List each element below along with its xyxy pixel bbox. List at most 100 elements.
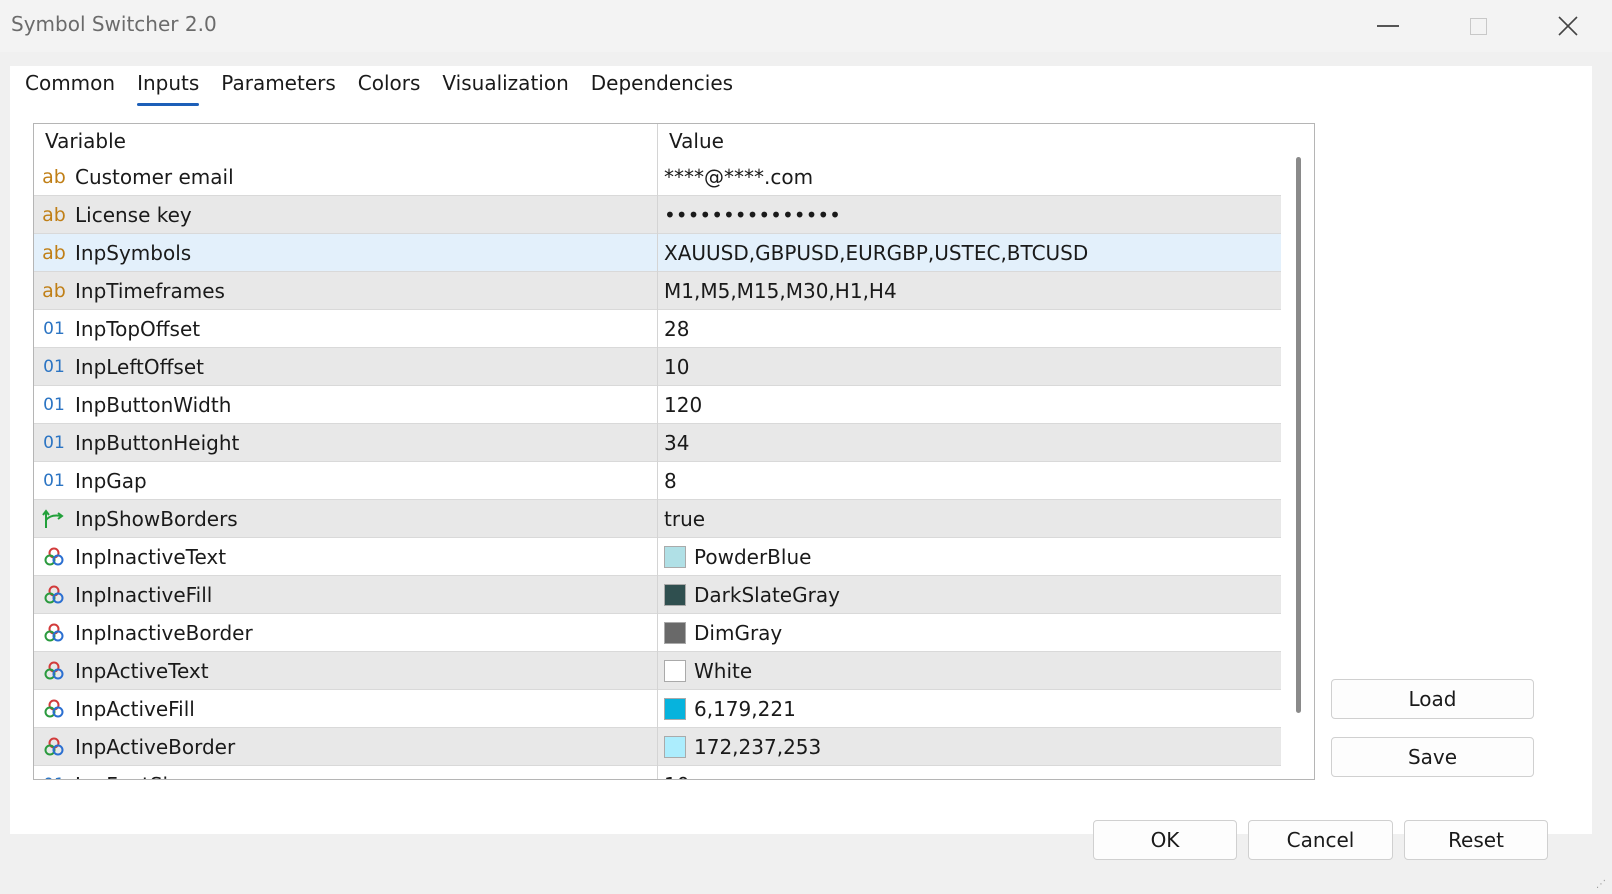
variable-name: InpShowBorders [75, 507, 238, 531]
variable-name: InpInactiveBorder [75, 621, 253, 645]
table-row[interactable]: InpInactiveText PowderBlue [34, 538, 1281, 576]
cell-divider [657, 766, 658, 779]
variable-name: InpLeftOffset [75, 355, 204, 379]
variable-value[interactable]: DimGray [664, 614, 782, 652]
cell-divider [657, 196, 658, 234]
cancel-button[interactable]: Cancel [1248, 820, 1393, 860]
maximize-icon [1469, 17, 1487, 35]
color-swatch[interactable] [664, 622, 686, 644]
cell-divider [657, 234, 658, 272]
variable-value[interactable]: White [664, 652, 752, 690]
variable-name: InpActiveText [75, 659, 209, 683]
table-row[interactable]: InpShowBorders true [34, 500, 1281, 538]
variable-name: InpTopOffset [75, 317, 201, 341]
variable-value[interactable]: ••••••••••••••• [664, 196, 841, 234]
table-row[interactable]: 01 InpGap 8 [34, 462, 1281, 500]
value-text: ****@****.com [664, 165, 814, 189]
variable-value[interactable]: ****@****.com [664, 158, 813, 196]
value-text: 120 [664, 393, 703, 417]
tab-parameters[interactable]: Parameters [210, 66, 346, 102]
color-type-icon [41, 696, 67, 722]
color-type-icon [41, 544, 67, 570]
minimize-icon [1377, 25, 1399, 27]
table-row[interactable]: InpInactiveFill DarkSlateGray [34, 576, 1281, 614]
color-swatch[interactable] [664, 660, 686, 682]
value-text: DarkSlateGray [694, 583, 840, 607]
table-row[interactable]: InpActiveFill 6,179,221 [34, 690, 1281, 728]
variable-value[interactable]: 8 [664, 462, 677, 500]
table-row[interactable]: 01 InpTopOffset 28 [34, 310, 1281, 348]
cell-divider [657, 462, 658, 500]
integer-type-icon: 01 [41, 772, 67, 779]
color-type-icon [41, 658, 67, 684]
color-swatch[interactable] [664, 584, 686, 606]
inputs-grid: Variable Value ab Customer email ****@****… [33, 123, 1315, 780]
variable-value[interactable]: M1,M5,M15,M30,H1,H4 [664, 272, 897, 310]
value-text: 6,179,221 [694, 697, 796, 721]
variable-value[interactable]: 120 [664, 386, 702, 424]
minimize-button[interactable] [1342, 0, 1434, 52]
color-swatch[interactable] [664, 736, 686, 758]
variable-value[interactable]: 10 [664, 766, 689, 779]
variable-value[interactable]: DarkSlateGray [664, 576, 840, 614]
string-type-icon: ab [42, 242, 66, 264]
table-row[interactable]: InpInactiveBorder DimGray [34, 614, 1281, 652]
value-text: 10 [664, 355, 690, 379]
cell-divider [657, 348, 658, 386]
column-header-value[interactable]: Value [669, 124, 724, 158]
tab-common[interactable]: Common [25, 66, 126, 102]
tab-dependencies[interactable]: Dependencies [580, 66, 744, 102]
variable-value[interactable]: 34 [664, 424, 689, 462]
table-row[interactable]: 01 InpFontSize 10 [34, 766, 1281, 779]
scrollbar-thumb[interactable] [1296, 157, 1301, 713]
color-swatch[interactable] [664, 698, 686, 720]
variable-value[interactable]: 6,179,221 [664, 690, 796, 728]
table-row[interactable]: ab Customer email ****@****.com [34, 158, 1281, 196]
variable-value[interactable]: XAUUSD,GBPUSD,EURGBP,USTEC,BTCUSD [664, 234, 1088, 272]
value-text: true [664, 507, 706, 531]
tab-colors[interactable]: Colors [347, 66, 432, 102]
cell-divider [657, 310, 658, 348]
variable-name: InpFontSize [75, 766, 191, 779]
ok-button[interactable]: OK [1093, 820, 1237, 860]
integer-type-icon: 01 [43, 433, 65, 453]
resize-grip-icon[interactable]: ⋰ [1596, 878, 1610, 892]
color-swatch[interactable] [664, 546, 686, 568]
variable-value[interactable]: 28 [664, 310, 689, 348]
tab-inputs[interactable]: Inputs [126, 66, 210, 106]
variable-name: InpSymbols [75, 241, 192, 265]
string-type-icon: ab [42, 280, 66, 302]
table-row[interactable]: ab InpSymbols XAUUSD,GBPUSD,EURGBP,USTEC,B… [34, 234, 1281, 272]
variable-value[interactable]: true [664, 500, 705, 538]
load-button[interactable]: Load [1331, 679, 1534, 719]
integer-type-icon: 01 [43, 357, 65, 377]
table-row[interactable]: 01 InpButtonHeight 34 [34, 424, 1281, 462]
cell-divider [657, 538, 658, 576]
cell-divider [657, 614, 658, 652]
integer-type-icon: 01 [43, 395, 65, 415]
dialog-window: Symbol Switcher 2.0 Common Inputs Parame… [0, 0, 1612, 894]
table-row[interactable]: InpActiveText White [34, 652, 1281, 690]
reset-button[interactable]: Reset [1404, 820, 1548, 860]
table-row[interactable]: ab License key ••••••••••••••• [34, 196, 1281, 234]
table-row[interactable]: 01 InpLeftOffset 10 [34, 348, 1281, 386]
value-text: 172,237,253 [694, 735, 822, 759]
variable-name: InpActiveBorder [75, 735, 236, 759]
value-text: DimGray [694, 621, 783, 645]
variable-value[interactable]: PowderBlue [664, 538, 811, 576]
cell-divider [657, 728, 658, 766]
table-row[interactable]: InpActiveBorder 172,237,253 [34, 728, 1281, 766]
close-button[interactable] [1522, 0, 1612, 52]
save-button[interactable]: Save [1331, 737, 1534, 777]
value-text: ••••••••••••••• [664, 203, 841, 227]
table-row[interactable]: 01 InpButtonWidth 120 [34, 386, 1281, 424]
cell-divider [657, 690, 658, 728]
cell-divider [657, 424, 658, 462]
tab-visualization[interactable]: Visualization [431, 66, 579, 102]
cell-divider [657, 272, 658, 310]
column-header-variable[interactable]: Variable [45, 124, 126, 158]
value-text: White [694, 659, 753, 683]
table-row[interactable]: ab InpTimeframes M1,M5,M15,M30,H1,H4 [34, 272, 1281, 310]
variable-value[interactable]: 172,237,253 [664, 728, 821, 766]
variable-value[interactable]: 10 [664, 348, 689, 386]
